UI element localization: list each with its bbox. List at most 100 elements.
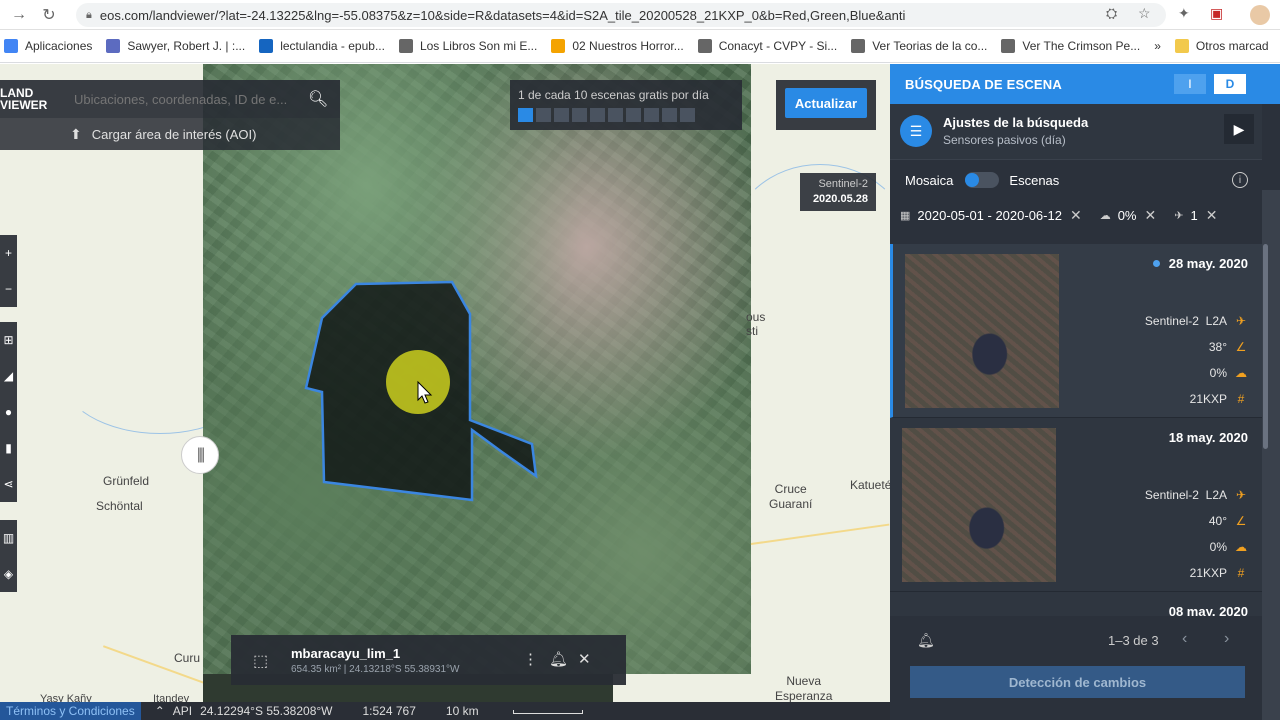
bookmark-label: Los Libros Son mi E... xyxy=(419,39,538,53)
info-icon[interactable]: i xyxy=(1232,172,1248,188)
upload-icon: ⬆ xyxy=(70,125,82,142)
reload-icon[interactable]: ↻ xyxy=(34,5,64,25)
terms-link[interactable]: Términos y Condiciones xyxy=(0,702,141,720)
extension-badge-icon[interactable]: ▣ xyxy=(1210,5,1223,25)
scene-cloud: 0% ☁ xyxy=(1209,366,1247,380)
layers-icon[interactable]: ◈ xyxy=(0,556,17,592)
bookmark-item[interactable]: Conacyt - CVPY - Si... xyxy=(697,39,838,53)
date-filter-label: 2020-05-01 - 2020-06-12 xyxy=(917,208,1062,223)
scene-thumbnail[interactable] xyxy=(902,428,1056,582)
alert-icon[interactable]: 🔔︎ xyxy=(549,650,568,668)
date-filter-chip[interactable]: ▦ 2020-05-01 - 2020-06-12 ✕ xyxy=(900,207,1082,224)
bookmark-item[interactable]: lectulandia - epub... xyxy=(259,39,385,53)
quota-segment xyxy=(608,108,623,122)
chevron-right-icon[interactable]: › xyxy=(1224,630,1229,648)
api-link[interactable]: API xyxy=(173,704,192,718)
bookmark-item[interactable]: Los Libros Son mi E... xyxy=(398,39,538,53)
scene-item[interactable]: 28 may. 2020 Sentinel-2 L2A ✈ 38° ∠ 0% ☁ 21KXP # xyxy=(890,244,1262,418)
side-left-button[interactable]: I xyxy=(1174,74,1206,94)
globe-icon xyxy=(697,39,712,53)
bookmark-item[interactable]: 02 Nuestros Horror... xyxy=(551,39,684,53)
close-icon[interactable]: ✕ xyxy=(1206,207,1218,224)
scene-search-panel: BÚSQUEDA DE ESCENA I D ☰ Ajustes de la b… xyxy=(890,64,1280,720)
browser-toolbar: → ↻ 🔒︎ eos.com/landviewer/?lat=-24.13225… xyxy=(0,0,1280,30)
cloud-filter-label: 0% xyxy=(1117,208,1137,223)
zoom-out-icon[interactable]: − xyxy=(0,271,17,307)
scene-item[interactable]: 18 may. 2020 Sentinel-2 L2A ✈ 40° ∠ 0% ☁ 21KXP # xyxy=(890,418,1262,592)
star-icon[interactable]: ☆ xyxy=(1138,5,1151,25)
aoi-polygon xyxy=(304,280,538,502)
satellite-filter-chip[interactable]: ✈ 1 ✕ xyxy=(1174,207,1217,224)
cloud-icon: ☁ xyxy=(1235,366,1247,380)
bookmark-item[interactable]: Aplicaciones xyxy=(4,39,92,53)
cloud-filter-chip[interactable]: ☁ 0% ✕ xyxy=(1100,207,1157,224)
aoi-card[interactable]: ⬚ mbaracayu_lim_1 654.35 km² | 24.13218°… xyxy=(231,635,626,685)
extensions-icon[interactable]: ✦ xyxy=(1178,5,1190,25)
tools-toolbar: ⊞ ◢ ● ▮ ⋖ xyxy=(0,322,17,502)
bookmark-item[interactable]: Ver The Crimson Pe... xyxy=(1001,39,1140,53)
scrollbar-thumb[interactable] xyxy=(1263,244,1268,449)
place-label: ous sti xyxy=(746,310,766,338)
scene-thumbnail[interactable] xyxy=(905,254,1059,408)
location-icon[interactable]: ● xyxy=(0,394,17,430)
search-settings[interactable]: ☰ Ajustes de la búsqueda Sensores pasivo… xyxy=(890,104,1262,160)
scene-tile: 21KXP # xyxy=(1190,392,1248,406)
lock-icon: 🔒︎ xyxy=(86,8,92,21)
side-right-button[interactable]: D xyxy=(1214,74,1246,94)
address-bar[interactable]: 🔒︎ eos.com/landviewer/?lat=-24.13225&lng… xyxy=(76,3,1166,27)
bookmark-item[interactable]: Sawyer, Robert J. | :... xyxy=(106,39,245,53)
share-icon[interactable]: ⋖ xyxy=(0,466,17,502)
close-icon[interactable]: ✕ xyxy=(1145,207,1157,224)
bookmark-item[interactable]: Ver Teorias de la co... xyxy=(851,39,987,53)
scene-sensor: Sentinel-2 L2A ✈ xyxy=(1144,314,1247,328)
search-icon[interactable]: 🔍︎ xyxy=(308,89,328,109)
settings-subtitle: Sensores pasivos (día) xyxy=(943,133,1066,147)
cloud-icon: ☁ xyxy=(1099,210,1111,222)
update-button[interactable]: Actualizar xyxy=(785,88,867,118)
ruler-icon[interactable]: ◢ xyxy=(0,358,17,394)
badge-date: 2020.05.28 xyxy=(812,193,868,205)
more-bookmarks-icon[interactable]: » xyxy=(1154,39,1161,53)
place-label: Nueva Esperanza xyxy=(775,674,833,703)
bell-icon[interactable]: 🔔︎ xyxy=(917,632,935,649)
settings-title: Ajustes de la búsqueda xyxy=(943,115,1089,130)
upload-aoi-button[interactable]: ⬆ Cargar área de interés (AOI) xyxy=(0,118,340,150)
page-count: 1–3 de 3 xyxy=(1108,633,1159,648)
folder-icon xyxy=(1174,39,1189,53)
profile-avatar[interactable] xyxy=(1250,5,1270,25)
aoi-meta: 654.35 km² | 24.13218°S 55.38931°W xyxy=(291,664,460,675)
satellite-icon: ✈ xyxy=(1174,210,1184,222)
change-detection-button[interactable]: Detección de cambios xyxy=(910,666,1245,698)
quota-text: 1 de cada 10 escenas gratis por día xyxy=(518,88,709,102)
zoom-in-icon[interactable]: + xyxy=(0,235,17,271)
mode-toggle[interactable] xyxy=(965,172,1000,188)
bookmark-label: Ver The Crimson Pe... xyxy=(1022,39,1141,53)
more-icon[interactable]: ⋮ xyxy=(523,650,538,668)
close-icon[interactable]: ✕ xyxy=(578,650,591,668)
play-icon[interactable]: ▶ xyxy=(1224,114,1254,144)
badge-sensor: Sentinel-2 xyxy=(818,178,868,190)
bookmark-icon[interactable]: ▮ xyxy=(0,430,17,466)
satellite-icon: ✈ xyxy=(1235,488,1247,502)
site-icon xyxy=(106,39,121,53)
side-selector: I D xyxy=(1174,74,1246,94)
split-drag-handle[interactable]: ||| xyxy=(181,436,219,474)
scene-item[interactable]: 08 may. 2020 xyxy=(890,592,1262,616)
translate-icon[interactable]: ⛭ xyxy=(1106,5,1117,25)
scene-date: 08 may. 2020 xyxy=(1168,604,1248,616)
satellite-icon: ✈ xyxy=(1235,314,1247,328)
chevron-up-icon[interactable]: ⌃ xyxy=(155,704,165,718)
map-view[interactable]: Grünfeld Schöntal Cruce Guaraní Katueté … xyxy=(0,64,890,720)
scene-sun-angle: 38° ∠ xyxy=(1208,340,1247,354)
forward-icon[interactable]: → xyxy=(4,6,34,24)
angle-icon: ∠ xyxy=(1235,340,1247,354)
close-icon[interactable]: ✕ xyxy=(1070,207,1082,224)
chevron-left-icon[interactable]: ‹ xyxy=(1182,630,1187,648)
measure-icon[interactable]: ⊞ xyxy=(0,322,17,358)
other-bookmarks-folder[interactable]: Otros marcad xyxy=(1174,39,1269,53)
mode-toggle-row: Mosaica Escenas i xyxy=(890,160,1262,200)
folder-label: Otros marcad xyxy=(1195,39,1269,53)
chart-icon[interactable]: ▥ xyxy=(0,520,17,556)
bookmark-label: Conacyt - CVPY - Si... xyxy=(718,39,838,53)
search-input[interactable] xyxy=(62,91,302,107)
